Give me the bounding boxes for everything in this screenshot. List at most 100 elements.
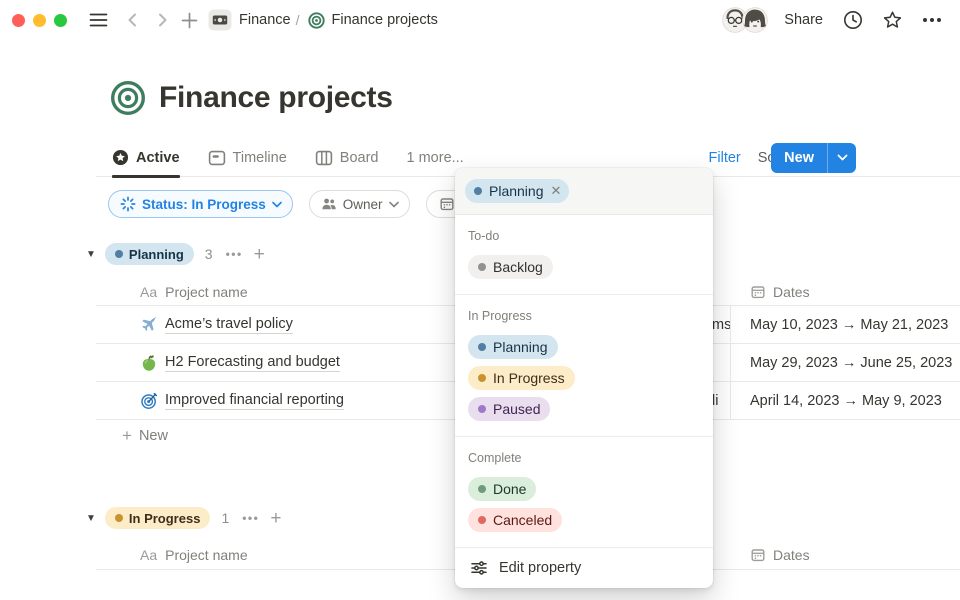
popup-section-complete: Complete Done Canceled: [455, 436, 713, 547]
option-planning[interactable]: Planning: [468, 335, 558, 359]
group-options-icon[interactable]: •••: [242, 511, 259, 525]
selected-tag-label: Planning: [489, 183, 544, 199]
column-header-dates[interactable]: Dates: [773, 284, 810, 300]
dates-cell[interactable]: April 14, 2023 → May 9, 2023: [750, 382, 942, 420]
column-header-project-name[interactable]: Project name: [165, 547, 247, 563]
more-options-icon[interactable]: [922, 17, 942, 23]
status-filter-popup: Planning ✕ To-do Backlog In Progress Pla…: [455, 168, 713, 588]
disclosure-triangle[interactable]: ▼: [86, 513, 96, 524]
minimize-window-button[interactable]: [33, 14, 46, 27]
option-canceled[interactable]: Canceled: [468, 508, 562, 532]
option-label: Paused: [493, 401, 540, 417]
forward-button[interactable]: [154, 12, 170, 28]
selected-tag-planning[interactable]: Planning ✕: [465, 179, 569, 203]
option-label: Planning: [493, 339, 548, 355]
tab-timeline[interactable]: Timeline: [208, 139, 287, 177]
group-add-icon[interactable]: +: [270, 509, 281, 528]
group-options-icon[interactable]: •••: [226, 247, 243, 261]
option-label: Done: [493, 481, 526, 497]
edit-property-button[interactable]: Edit property: [455, 547, 713, 588]
tab-label: Board: [340, 150, 379, 166]
close-window-button[interactable]: [12, 14, 25, 27]
disclosure-triangle[interactable]: ▼: [86, 249, 96, 260]
status-dot: [478, 343, 486, 351]
owner-filter-chip[interactable]: Owner: [309, 190, 410, 218]
star-circle-icon: [112, 149, 129, 166]
row-title[interactable]: H2 Forecasting and budget: [165, 354, 340, 372]
group-add-icon[interactable]: +: [254, 245, 265, 264]
avatar[interactable]: [742, 7, 768, 33]
status-dot: [115, 514, 123, 522]
burst-icon: [120, 196, 136, 212]
edit-property-label: Edit property: [499, 560, 581, 576]
option-in-progress[interactable]: In Progress: [468, 366, 575, 390]
window-controls[interactable]: [12, 14, 67, 27]
board-icon: [315, 149, 333, 167]
status-filter-chip[interactable]: Status: In Progress: [108, 190, 293, 218]
column-header-dates[interactable]: Dates: [773, 547, 810, 563]
breadcrumb-parent[interactable]: Finance: [239, 12, 291, 28]
section-title: In Progress: [468, 309, 700, 323]
popup-selected-values[interactable]: Planning ✕: [455, 168, 713, 215]
option-label: Canceled: [493, 512, 552, 528]
airplane-icon: [140, 316, 158, 334]
new-button-chevron-down-icon[interactable]: [827, 143, 856, 173]
new-button-label[interactable]: New: [771, 143, 827, 173]
status-filter-label: Status: In Progress: [142, 197, 266, 212]
people-icon: [321, 196, 337, 212]
dates-cell[interactable]: May 10, 2023 → May 21, 2023: [750, 306, 948, 344]
row-title[interactable]: Acme’s travel policy: [165, 316, 293, 334]
filter-button[interactable]: Filter: [709, 150, 741, 166]
page-target-icon[interactable]: [110, 80, 146, 116]
chevron-down-icon: [389, 201, 399, 208]
option-paused[interactable]: Paused: [468, 397, 550, 421]
dartboard-icon: [140, 392, 158, 410]
tab-active[interactable]: Active: [112, 139, 180, 177]
tab-more[interactable]: 1 more...: [407, 150, 464, 166]
status-dot: [478, 485, 486, 493]
new-page-plus-icon[interactable]: [181, 12, 198, 29]
member-avatars[interactable]: [722, 7, 768, 33]
share-button[interactable]: Share: [784, 12, 823, 28]
breadcrumb-current[interactable]: Finance projects: [331, 12, 437, 28]
back-button[interactable]: [125, 12, 141, 28]
breadcrumb-separator: /: [296, 12, 300, 28]
section-title: To-do: [468, 229, 700, 243]
group-count: 3: [205, 246, 213, 262]
option-backlog[interactable]: Backlog: [468, 255, 553, 279]
row-title[interactable]: Improved financial reporting: [165, 392, 344, 410]
sliders-icon: [470, 559, 488, 577]
popup-section-todo: To-do Backlog: [455, 215, 713, 294]
group-name: In Progress: [129, 511, 201, 526]
banknote-icon[interactable]: [208, 9, 232, 31]
tab-board[interactable]: Board: [315, 139, 379, 177]
tab-label: Active: [136, 150, 180, 166]
option-label: Backlog: [493, 259, 543, 275]
group-pill-planning[interactable]: Planning: [105, 243, 194, 265]
calendar-icon: [439, 196, 455, 212]
clock-icon[interactable]: [843, 10, 863, 30]
group-header-planning: ▼ Planning 3 ••• +: [86, 240, 265, 268]
owner-filter-label: Owner: [343, 197, 383, 212]
chevron-down-icon: [272, 201, 282, 208]
page-title: Finance projects: [159, 81, 393, 115]
dates-cell[interactable]: May 29, 2023 → June 25, 2023: [750, 344, 952, 382]
calendar-icon: [750, 547, 766, 563]
status-dot: [478, 263, 486, 271]
zoom-window-button[interactable]: [54, 14, 67, 27]
filter-chip-row: Status: In Progress Owner: [108, 190, 472, 218]
status-dot: [474, 187, 482, 195]
text-type-icon: Aa: [140, 284, 157, 300]
column-header-project-name[interactable]: Project name: [165, 284, 247, 300]
group-pill-in-progress[interactable]: In Progress: [105, 507, 211, 529]
option-done[interactable]: Done: [468, 477, 536, 501]
hamburger-icon[interactable]: [89, 12, 108, 28]
new-button[interactable]: New: [771, 143, 856, 173]
remove-tag-icon[interactable]: ✕: [551, 183, 562, 199]
section-title: Complete: [468, 451, 700, 465]
text-type-icon: Aa: [140, 547, 157, 563]
group-name: Planning: [129, 247, 184, 262]
group-count: 1: [221, 510, 229, 526]
column-divider[interactable]: [730, 306, 731, 420]
star-icon[interactable]: [882, 10, 903, 31]
